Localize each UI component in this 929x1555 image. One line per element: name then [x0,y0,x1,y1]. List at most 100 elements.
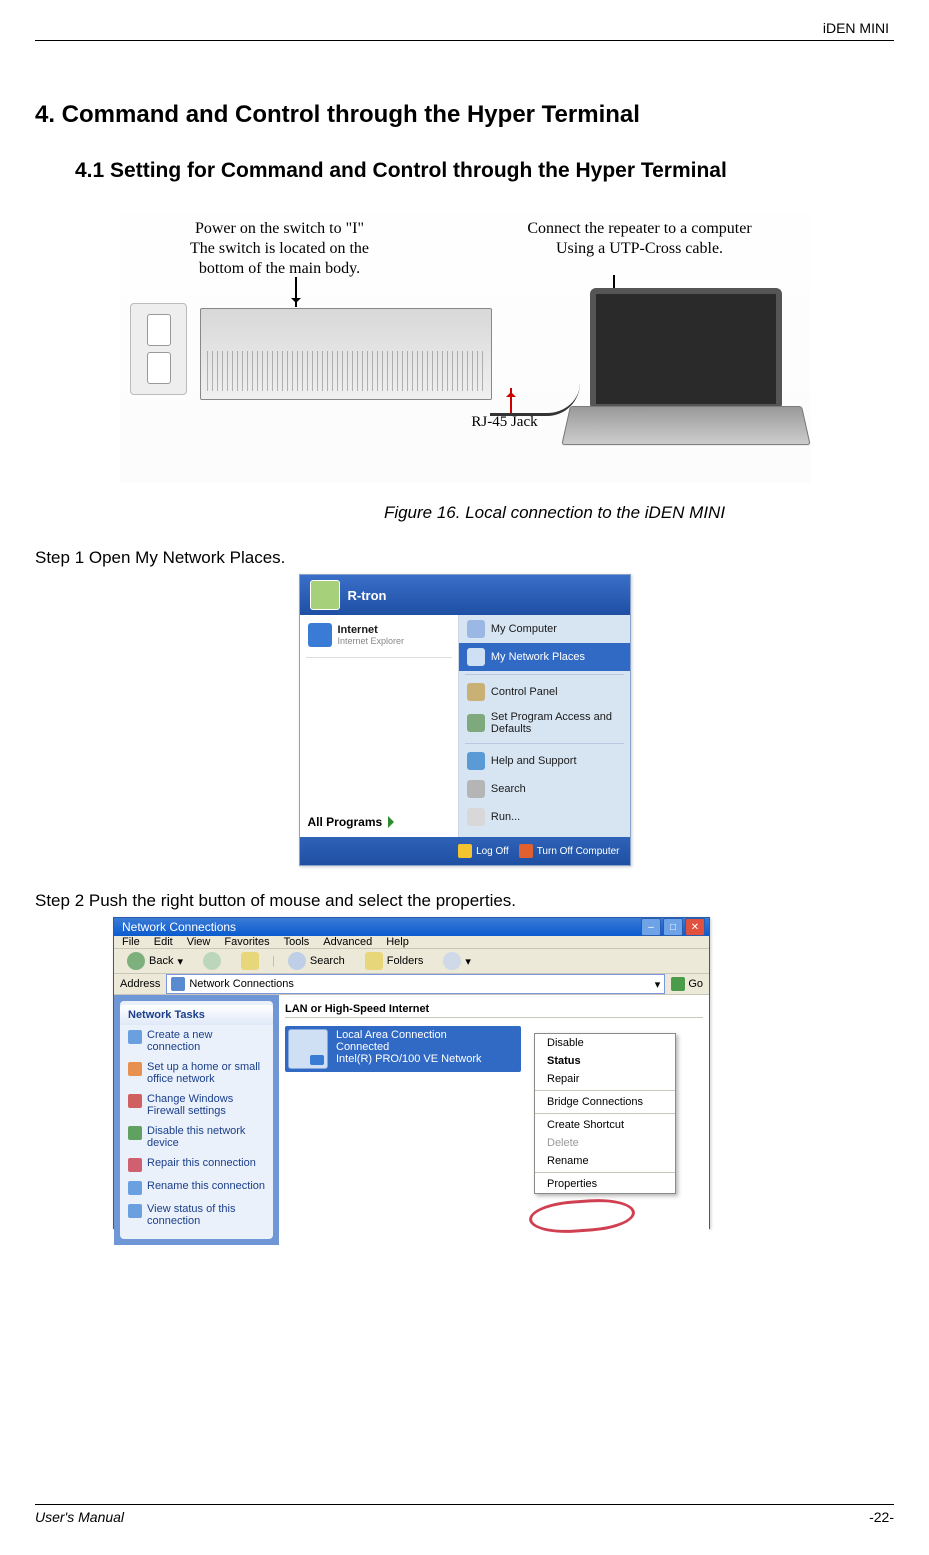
task-icon [128,1204,142,1218]
back-icon [127,952,145,970]
menu-help[interactable]: Help [386,936,409,948]
step-2-text: Step 2 Push the right button of mouse an… [35,891,894,911]
cable-icon [490,383,580,416]
up-button[interactable] [234,949,266,973]
start-menu-item-label: Control Panel [491,686,558,698]
step-1-text: Step 1 Open My Network Places. [35,548,894,568]
task-repair[interactable]: Repair this connection [120,1153,273,1176]
task-label: Rename this connection [147,1180,265,1192]
folder-up-icon [241,952,259,970]
views-button[interactable]: ▾ [436,949,478,973]
task-label: Repair this connection [147,1157,256,1169]
content-area: LAN or High-Speed Internet Local Area Co… [279,995,709,1245]
task-disable-device[interactable]: Disable this network device [120,1121,273,1153]
task-label: Set up a home or small office network [147,1061,265,1085]
connection-item[interactable]: Local Area Connection Connected Intel(R)… [285,1026,521,1072]
menu-item-properties[interactable]: Properties [535,1175,675,1193]
start-menu-internet[interactable]: Internet Internet Explorer [300,615,458,655]
separator [535,1113,675,1114]
views-icon [443,952,461,970]
task-icon [128,1062,142,1076]
footer-right: -22- [869,1509,894,1525]
task-rename[interactable]: Rename this connection [120,1176,273,1199]
menu-advanced[interactable]: Advanced [323,936,372,948]
start-menu-item-label: Search [491,783,526,795]
arrow-icon [295,277,297,307]
page: iDEN MINI 4. Command and Control through… [0,0,929,1555]
menu-item-shortcut[interactable]: Create Shortcut [535,1116,675,1134]
start-menu-item-program-access[interactable]: Set Program Access and Defaults [459,706,630,740]
start-menu-all-programs[interactable]: All Programs [300,807,458,837]
menu-item-bridge[interactable]: Bridge Connections [535,1093,675,1111]
address-label: Address [120,978,160,990]
search-button[interactable]: Search [281,949,352,973]
laptop-keyboard-icon [561,406,810,445]
sidebar: Network Tasks Create a new connection Se… [114,995,279,1245]
start-menu-item-search[interactable]: Search [459,775,630,803]
start-menu: R-tron Internet Internet Explorer All Pr… [299,574,631,866]
search-label: Search [310,955,345,967]
task-icon [128,1158,142,1172]
search-icon [288,952,306,970]
start-menu-internet-title: Internet [338,624,405,636]
forward-button[interactable] [196,949,228,973]
logoff-label: Log Off [476,846,509,857]
window-title: Network Connections [122,920,236,934]
start-menu-item-control-panel[interactable]: Control Panel [459,678,630,706]
start-menu-item-label: Run... [491,811,520,823]
close-button[interactable]: ✕ [685,918,705,936]
chevron-down-icon: ▾ [465,955,471,968]
task-setup-network[interactable]: Set up a home or small office network [120,1057,273,1089]
start-menu-item-label: Help and Support [491,755,577,767]
logoff-icon [458,844,472,858]
start-menu-item-my-network-places[interactable]: My Network Places [459,643,630,671]
folders-label: Folders [387,955,424,967]
start-menu-user: R-tron [348,588,387,603]
address-field[interactable]: Network Connections ▾ [166,974,665,994]
network-tasks-panel: Network Tasks Create a new connection Se… [120,1001,273,1239]
chevron-down-icon: ▾ [177,955,183,968]
start-menu-item-run[interactable]: Run... [459,803,630,831]
logoff-button[interactable]: Log Off [458,844,509,858]
menu-item-status[interactable]: Status [535,1052,675,1070]
chevron-down-icon[interactable]: ▾ [655,978,661,991]
address-bar: Address Network Connections ▾ Go [114,974,709,995]
menu-tools[interactable]: Tools [284,936,310,948]
menu-favorites[interactable]: Favorites [224,936,269,948]
go-label: Go [688,978,703,990]
task-firewall[interactable]: Change Windows Firewall settings [120,1089,273,1121]
power-icon [519,844,533,858]
user-avatar-icon [310,580,340,610]
nic-icon [288,1029,328,1069]
task-view-status[interactable]: View status of this connection [120,1199,273,1231]
start-menu-item-label: Set Program Access and Defaults [491,711,622,735]
maximize-button[interactable]: □ [663,918,683,936]
start-menu-item-my-computer[interactable]: My Computer [459,615,630,643]
go-icon [671,977,685,991]
task-create-connection[interactable]: Create a new connection [120,1025,273,1057]
menu-edit[interactable]: Edit [154,936,173,948]
menu-item-rename[interactable]: Rename [535,1152,675,1170]
menu-item-disable[interactable]: Disable [535,1034,675,1052]
start-menu-item-label: My Network Places [491,651,585,663]
turnoff-button[interactable]: Turn Off Computer [519,844,620,858]
separator [306,657,452,658]
computer-icon [467,620,485,638]
start-menu-right: My Computer My Network Places Control Pa… [459,615,630,837]
task-label: Create a new connection [147,1029,265,1053]
window-buttons: – □ ✕ [641,918,705,936]
menu-item-repair[interactable]: Repair [535,1070,675,1088]
task-icon [128,1126,142,1140]
back-button[interactable]: Back ▾ [120,949,190,973]
start-menu-item-help[interactable]: Help and Support [459,747,630,775]
toolbar: Back ▾ | Search Folders ▾ [114,949,709,974]
menu-bar: File Edit View Favorites Tools Advanced … [114,936,709,949]
minimize-button[interactable]: – [641,918,661,936]
header-doc-title: iDEN MINI [35,20,894,36]
window-titlebar: Network Connections – □ ✕ [114,918,709,936]
menu-view[interactable]: View [187,936,211,948]
separator [535,1090,675,1091]
menu-file[interactable]: File [122,936,140,948]
go-button[interactable]: Go [671,977,703,991]
folders-button[interactable]: Folders [358,949,431,973]
